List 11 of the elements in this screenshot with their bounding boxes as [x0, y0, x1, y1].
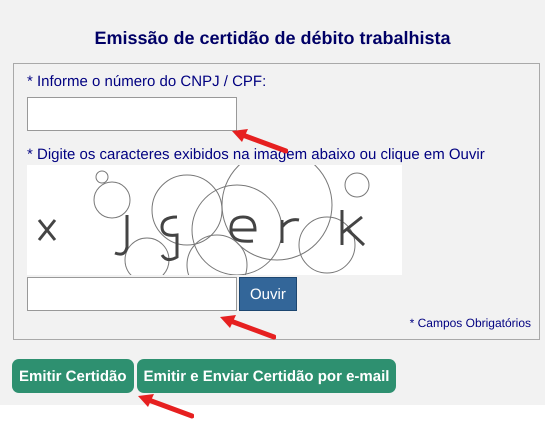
field-label: * Informe o número do CNPJ / CPF:: [27, 73, 268, 90]
annotation-arrow: [136, 393, 194, 419]
cnpj-input-field[interactable]: [27, 97, 237, 131]
required-note: * Campos Obrigatórios: [410, 316, 531, 330]
annotation-arrow: [218, 314, 276, 340]
page-title: Emissão de certidão de débito trabalhista: [93, 28, 452, 49]
submit-button[interactable]: Emitir Certidão: [12, 359, 134, 393]
captcha-input-field[interactable]: [27, 277, 237, 311]
field-label: * Digite os caracteres exibidos na imagem abaixo ou clique em Ouvir: [27, 146, 486, 163]
listen-button[interactable]: Ouvir: [239, 277, 297, 311]
submit-button[interactable]: Emitir e Enviar Certidão por e-mail: [136, 359, 396, 393]
